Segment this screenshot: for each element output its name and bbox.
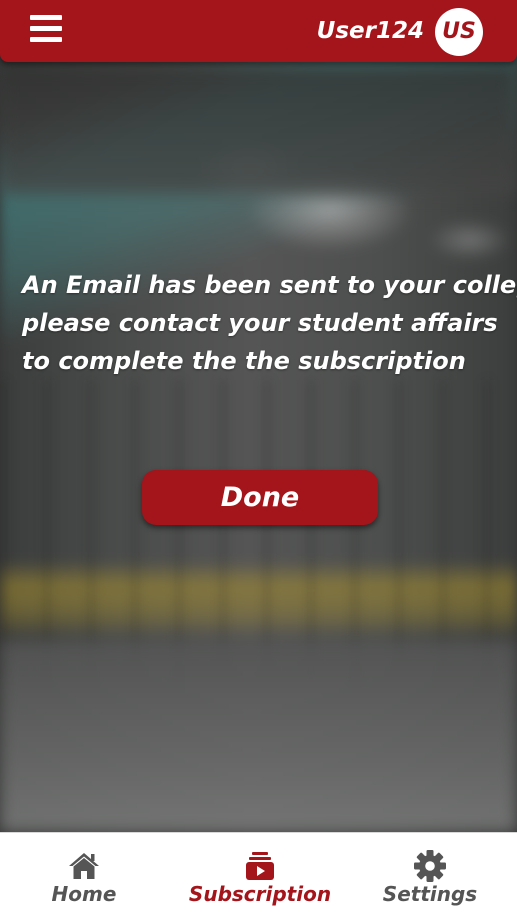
background-shade-lines [0, 380, 517, 680]
message-line-1: An Email has been sent to your college [22, 271, 517, 299]
username-label: User124 [316, 18, 424, 44]
message-line-2: please contact your student affairs [22, 309, 498, 337]
confirmation-message: An Email has been sent to your college p… [22, 266, 517, 380]
nav-label-settings: Settings [382, 882, 478, 906]
bottom-nav: Home Subscription Settings [0, 832, 517, 919]
subscription-icon [246, 852, 274, 880]
top-bar: User124 US [0, 0, 517, 62]
message-line-3: to complete the the subscription [22, 347, 466, 375]
nav-item-home[interactable]: Home [24, 833, 144, 919]
done-button[interactable]: Done [142, 470, 378, 525]
background-shade-bottom [0, 640, 517, 832]
gear-icon [414, 850, 446, 882]
home-icon [69, 853, 99, 879]
nav-item-settings[interactable]: Settings [370, 833, 490, 919]
background-shade-top [0, 64, 517, 194]
hamburger-menu-icon[interactable] [30, 15, 64, 45]
app-screen: User124 US An Email has been sent to you… [0, 0, 517, 919]
nav-label-home: Home [51, 882, 117, 906]
nav-label-subscription: Subscription [188, 882, 332, 906]
nav-item-subscription[interactable]: Subscription [178, 833, 342, 919]
avatar[interactable]: US [435, 8, 483, 56]
